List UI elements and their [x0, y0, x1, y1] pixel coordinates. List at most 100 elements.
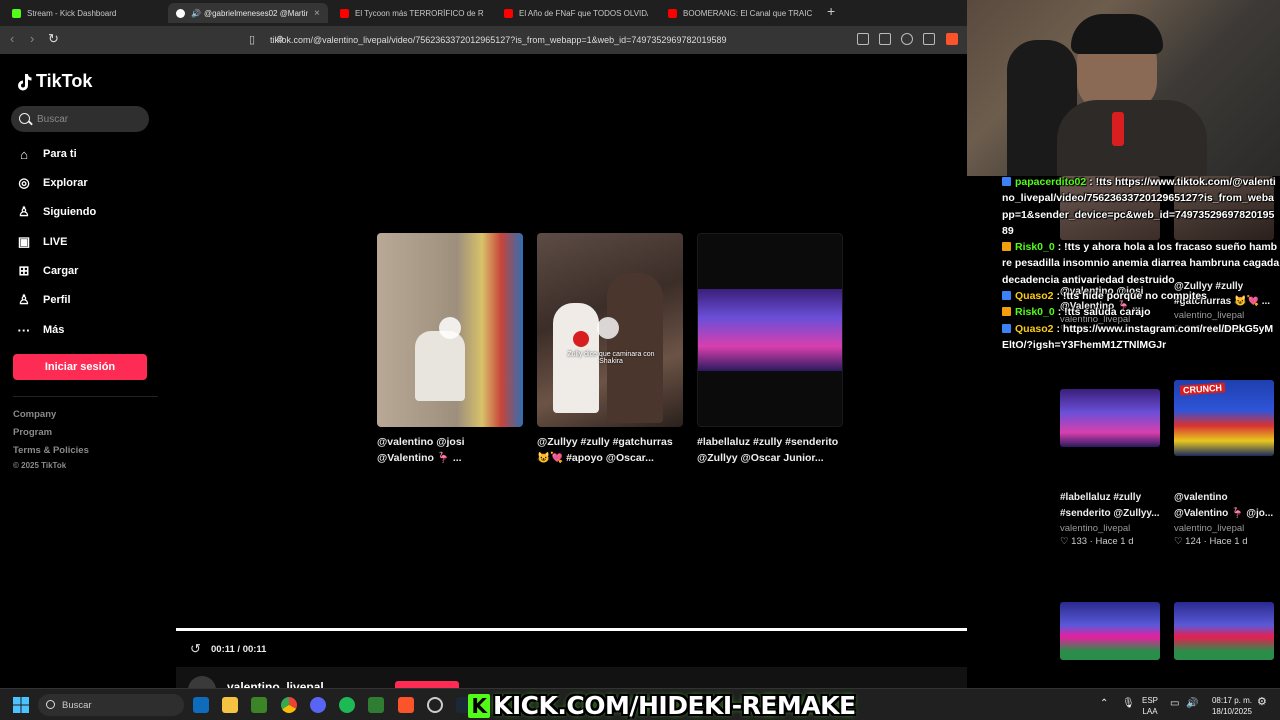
notes-icon[interactable]	[368, 697, 384, 713]
browser-tab-tiktok[interactable]: 🔊 @gabrielmeneses02 @Martin ×	[168, 3, 328, 23]
brave-icon[interactable]	[398, 697, 414, 713]
close-tab-icon[interactable]: ×	[314, 8, 320, 19]
browser-tab-youtube-1[interactable]: El Tycoon más TERRORÍFICO de Robl	[332, 3, 492, 23]
discord-icon[interactable]	[310, 697, 326, 713]
video-caption-2[interactable]: @Zullyy #zully #gatchurras 😺💘 #apoyo @Os…	[537, 434, 687, 466]
video-card-3[interactable]	[697, 233, 843, 427]
new-tab-button[interactable]: +	[827, 3, 835, 19]
caption-line: @valentino @josi	[377, 436, 465, 448]
related-thumb-2[interactable]: CRUNCH	[1174, 380, 1274, 456]
browser-tab-youtube-3[interactable]: BOOMERANG: El Canal que TRAICION	[660, 3, 820, 23]
video-caption-1[interactable]: @valentino @josi @Valentino 🦩 ...	[377, 434, 527, 466]
taskbar-search-input[interactable]: Buscar	[38, 694, 184, 716]
tiktok-search-input[interactable]: Buscar	[11, 106, 149, 132]
nav-mas[interactable]: ··· Más	[16, 322, 65, 338]
chrome-icon[interactable]	[281, 697, 297, 713]
translate-icon[interactable]	[901, 33, 913, 45]
related-caption[interactable]: #senderito @Zullyy...	[1060, 506, 1165, 521]
spotify-icon[interactable]	[339, 697, 355, 713]
thumb-badge: CRUNCH	[1179, 382, 1226, 396]
following-icon: ♙	[18, 204, 30, 219]
nav-live[interactable]: ▣ LIVE	[16, 234, 68, 250]
nav-label: Cargar	[43, 265, 79, 277]
like-count: 124	[1185, 536, 1202, 547]
kick-url-banner: K KICK.COM/HIDEKI-REMAKE	[468, 691, 856, 720]
video-card-2[interactable]: Zully dice que caminara con Shakira	[537, 233, 683, 427]
chat-badge-icon	[1002, 291, 1011, 301]
play-icon[interactable]	[439, 317, 461, 339]
chat-message: Risk0_0: !tts y ahora hola a los fracaso…	[1002, 239, 1280, 288]
video-card-1[interactable]	[377, 233, 523, 427]
minecraft-icon[interactable]	[251, 697, 267, 713]
nav-siguiendo[interactable]: ♙ Siguiendo	[16, 204, 96, 220]
microphone-icon[interactable]: 🎙	[1122, 698, 1135, 709]
footer-link-terms[interactable]: Terms & Policies	[13, 445, 89, 456]
browser-tab-bar: Stream - Kick Dashboard 🔊 @gabrielmenese…	[0, 0, 967, 26]
hoodie-shape	[1057, 100, 1207, 176]
network-icon[interactable]: ▭	[1170, 698, 1179, 709]
url-field[interactable]: tiktok.com/@valentino_livepal/video/7562…	[270, 30, 870, 50]
home-icon: ⌂	[20, 146, 28, 162]
hair-shape	[1071, 14, 1163, 54]
chat-badge-icon	[1002, 242, 1011, 252]
search-placeholder: Buscar	[37, 113, 69, 125]
bookmark-icon[interactable]: ▯	[249, 33, 255, 46]
picture-in-picture-icon[interactable]	[879, 33, 891, 45]
language-indicator[interactable]: ESP LAA	[1142, 695, 1158, 717]
more-icon: ···	[17, 322, 31, 338]
tray-chevron-icon[interactable]: ⌃	[1100, 698, 1108, 709]
footer-link-program[interactable]: Program	[13, 427, 52, 438]
obs-icon[interactable]	[427, 697, 443, 713]
login-button[interactable]: Iniciar sesión	[13, 354, 147, 380]
windows-start-icon[interactable]	[13, 697, 29, 713]
chat-message: Quaso2: https://www.instagram.com/reel/D…	[1002, 321, 1280, 354]
chat-message: Risk0_0: !tts saluda carajo	[1002, 304, 1280, 320]
play-icon[interactable]	[597, 317, 619, 339]
related-thumb-4[interactable]	[1174, 602, 1274, 660]
chat-username: Risk0_0	[1015, 241, 1055, 254]
chat-text: : !tts hide porque no compites	[1056, 290, 1208, 303]
brave-shield-icon[interactable]	[946, 33, 958, 45]
nav-cargar[interactable]: ⊞ Cargar	[16, 263, 79, 279]
reader-mode-icon[interactable]	[857, 33, 869, 45]
related-thumb-1[interactable]	[1060, 389, 1160, 447]
footer-link-company[interactable]: Company	[13, 409, 56, 420]
nav-explorar[interactable]: ◎ Explorar	[16, 175, 87, 191]
browser-tab-youtube-2[interactable]: El Año de FNaF que TODOS OLVIDAR	[496, 3, 656, 23]
search-icon	[46, 700, 55, 709]
nav-label: Más	[43, 324, 65, 336]
related-caption[interactable]: #labellaluz #zully	[1060, 490, 1165, 505]
related-caption[interactable]: @valentino	[1174, 490, 1279, 505]
nav-perfil[interactable]: ♙ Perfil	[16, 292, 70, 308]
back-icon[interactable]: ‹	[10, 31, 14, 46]
clock[interactable]: 08:17 p. m. 18/10/2025	[1208, 695, 1252, 717]
notification-icon[interactable]: ⚙	[1257, 697, 1267, 708]
volume-icon[interactable]: 🔊	[1186, 698, 1198, 709]
sidebar-divider	[13, 396, 158, 397]
video-time: 00:11 / 00:11	[211, 644, 267, 655]
related-caption[interactable]: @Valentino 🦩 @jo...	[1174, 506, 1279, 521]
related-author[interactable]: valentino_livepal	[1060, 523, 1130, 534]
browser-tab-kick[interactable]: Stream - Kick Dashboard	[4, 3, 164, 23]
outlook-icon[interactable]	[193, 697, 209, 713]
caption-line: @Zullyy #zully #gatchurras	[537, 436, 673, 448]
chat-username: Quaso2	[1015, 322, 1054, 335]
nav-para-ti[interactable]: ⌂ Para ti	[16, 146, 77, 162]
tiktok-logo[interactable]: TikTok	[16, 71, 92, 92]
profile-icon: ♙	[18, 292, 30, 307]
share-icon[interactable]	[923, 33, 935, 45]
chat-message: Quaso2: !tts hide porque no compites	[1002, 288, 1280, 304]
related-author[interactable]: valentino_livepal	[1174, 523, 1244, 534]
related-thumb-3[interactable]	[1060, 602, 1160, 660]
lang-top: ESP	[1142, 696, 1159, 705]
video-caption-3[interactable]: #labellaluz #zully #senderito @Zullyy @O…	[697, 434, 847, 466]
tab-title: El Tycoon más TERRORÍFICO de Robl	[355, 8, 484, 18]
replay-icon[interactable]: ↺	[190, 641, 201, 657]
nav-label: Para ti	[43, 148, 77, 160]
chat-username: Quaso2	[1015, 290, 1054, 303]
stream-chat-overlay: papacerdito02: !tts https://www.tiktok.c…	[1002, 174, 1280, 353]
kick-url-text: KICK.COM/HIDEKI-REMAKE	[493, 691, 856, 720]
reload-icon[interactable]: ↻	[48, 31, 59, 47]
forward-icon[interactable]: ›	[30, 31, 34, 46]
file-explorer-icon[interactable]	[222, 697, 238, 713]
